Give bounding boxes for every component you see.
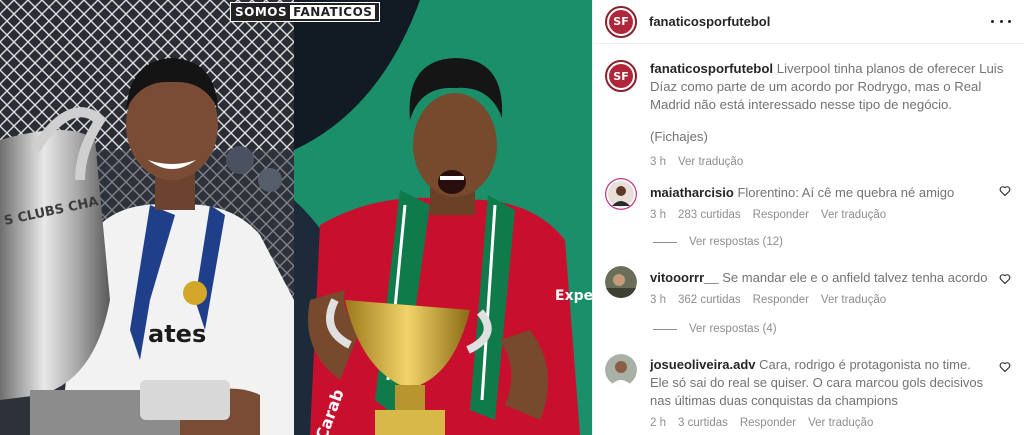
caption-meta: 3 h Ver tradução (650, 153, 1015, 171)
more-options-icon[interactable] (991, 14, 1011, 28)
comment-avatar[interactable] (605, 354, 637, 386)
comment-item: maiatharcisio Florentino: Aí cê me quebr… (605, 178, 1015, 221)
author-avatar[interactable]: SF (605, 5, 637, 38)
comment-reply-button[interactable]: Responder (753, 209, 809, 221)
caption-source: (Fichajes) (650, 129, 708, 144)
svg-text:ates: ates (148, 320, 206, 348)
comment-likes[interactable]: 362 curtidas (678, 294, 741, 306)
view-replies-label: Ver respostas (4) (689, 323, 777, 335)
comment-time[interactable]: 2 h (650, 417, 666, 429)
comment-avatar[interactable] (605, 178, 637, 210)
heart-icon[interactable] (999, 273, 1011, 285)
comment-time[interactable]: 3 h (650, 294, 666, 306)
heart-icon[interactable] (999, 361, 1011, 373)
comment-time[interactable]: 3 h (650, 209, 666, 221)
comment-likes[interactable]: 283 curtidas (678, 209, 741, 221)
comment-username[interactable]: josueoliveira.adv (650, 357, 756, 372)
view-replies-label: Ver respostas (12) (689, 236, 783, 248)
comment-text: Florentino: Aí cê me quebra né amigo (737, 185, 955, 200)
caption-username[interactable]: fanaticosporfutebol (650, 61, 773, 76)
comment-username[interactable]: vitooorrr__ (650, 270, 719, 285)
comment-likes[interactable]: 3 curtidas (678, 417, 728, 429)
comment-reply-button[interactable]: Responder (753, 294, 809, 306)
heart-icon[interactable] (999, 185, 1011, 197)
comment-text: Se mandar ele e o anfield talvez tenha a… (722, 270, 988, 285)
instagram-post-view: ates S CLUBS CHA Expe Carab SOMOS FANATI… (0, 0, 1024, 435)
comment-translate-link[interactable]: Ver tradução (821, 294, 886, 306)
caption-avatar-initials: SF (609, 64, 633, 88)
view-replies-button[interactable]: Ver respostas (12) (653, 236, 783, 248)
comment-avatar[interactable] (605, 266, 637, 298)
caption-author-avatar[interactable]: SF (605, 60, 637, 92)
comment-item: josueoliveira.adv Cara, rodrigo é protag… (605, 354, 1015, 429)
caption-translate-link[interactable]: Ver tradução (678, 153, 743, 171)
view-replies-button[interactable]: Ver respostas (4) (653, 323, 777, 335)
caption-text-block: fanaticosporfutebol Liverpool tinha plan… (650, 60, 1015, 171)
post-photo-collage: ates S CLUBS CHA Expe Carab (0, 0, 592, 435)
comment-translate-link[interactable]: Ver tradução (821, 209, 886, 221)
post-image[interactable]: ates S CLUBS CHA Expe Carab SOMOS FANATI… (0, 0, 592, 435)
somos-fanaticos-watermark: SOMOS FANATICOS (230, 2, 381, 22)
watermark-left: SOMOS (235, 5, 288, 19)
author-username[interactable]: fanaticosporfutebol (649, 14, 770, 29)
svg-text:Expe: Expe (555, 288, 592, 304)
watermark-right: FANATICOS (290, 5, 376, 19)
comment-item: vitooorrr__ Se mandar ele e o anfield ta… (605, 266, 1015, 306)
post-header: SF fanaticosporfutebol (593, 0, 1024, 44)
author-avatar-initials: SF (609, 9, 633, 34)
caption-time[interactable]: 3 h (650, 153, 666, 171)
comment-username[interactable]: maiatharcisio (650, 185, 734, 200)
post-caption: SF fanaticosporfutebol Liverpool tinha p… (605, 60, 1015, 171)
post-side-panel: SF fanaticosporfutebol SF fanaticosporfu… (592, 0, 1024, 435)
comment-translate-link[interactable]: Ver tradução (808, 417, 873, 429)
comment-reply-button[interactable]: Responder (740, 417, 796, 429)
